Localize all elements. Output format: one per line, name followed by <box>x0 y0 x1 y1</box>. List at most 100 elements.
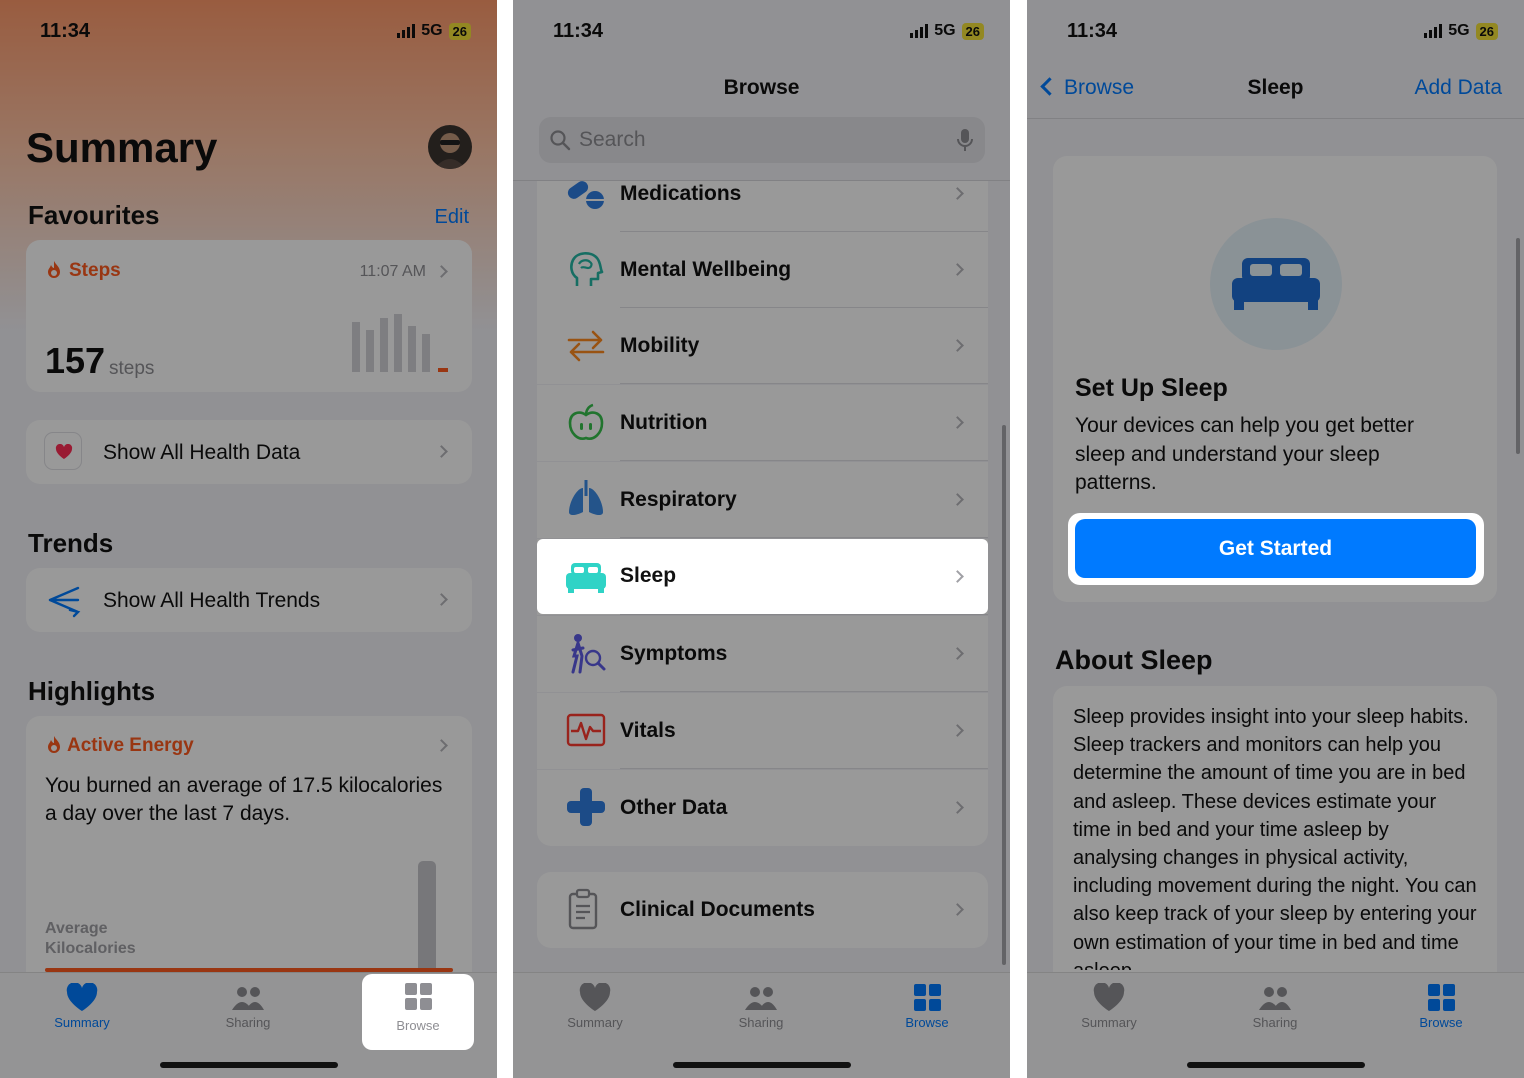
category-sleep[interactable]: Sleep <box>537 539 988 614</box>
chevron-left-icon <box>1040 77 1059 96</box>
battery-icon: 26 <box>1475 22 1498 40</box>
apple-icon <box>568 403 604 440</box>
tab-browse[interactable]: Browse <box>1385 973 1497 1049</box>
energy-chart-label: Average Kilocalories <box>45 920 136 957</box>
tab-summary[interactable]: Summary <box>1053 973 1165 1049</box>
plus-icon <box>567 788 605 826</box>
grid-icon <box>914 984 941 1011</box>
browse-screen: 11:34 5G 26 Browse Search Medications Me… <box>513 0 1010 1078</box>
category-mobility[interactable]: Mobility <box>537 308 988 384</box>
show-all-health-trends-label: Show All Health Trends <box>103 589 321 612</box>
summary-screen: 11:34 5G 26 Summary Favourites Edit Step… <box>0 0 497 1078</box>
status-bar: 11:34 5G 26 <box>1027 18 1524 46</box>
favourites-heading: Favourites <box>28 200 160 230</box>
head-icon <box>570 252 604 286</box>
chevron-right-icon <box>951 570 964 583</box>
category-respiratory[interactable]: Respiratory <box>537 462 988 538</box>
category-mental-wellbeing[interactable]: Mental Wellbeing <box>537 232 988 308</box>
about-heading: About Sleep <box>1055 645 1213 675</box>
home-indicator <box>159 1062 338 1068</box>
category-nutrition[interactable]: Nutrition <box>537 385 988 461</box>
flame-icon <box>48 261 60 278</box>
home-indicator <box>672 1062 851 1068</box>
heart-icon <box>579 983 611 1011</box>
lungs-icon <box>569 480 603 515</box>
trends-icon <box>48 586 81 618</box>
about-clip: Sleep provides insight into your sleep h… <box>1053 686 1497 970</box>
add-data-button[interactable]: Add Data <box>1414 76 1502 100</box>
pills-icon <box>567 181 604 209</box>
steps-value: 157 <box>45 340 106 381</box>
status-time: 11:34 <box>40 20 91 42</box>
clinical-documents-row[interactable]: Clinical Documents <box>537 872 988 948</box>
get-started-button[interactable]: Get Started <box>1075 519 1476 578</box>
chevron-right-icon <box>435 265 448 278</box>
show-all-health-data-row[interactable]: Show All Health Data <box>26 420 472 484</box>
bed-icon <box>1232 258 1320 310</box>
edit-button[interactable]: Edit <box>435 206 469 229</box>
status-time: 11:34 <box>1067 20 1118 42</box>
active-energy-card[interactable]: Active Energy You burned an average of 1… <box>26 716 472 996</box>
network-label: 5G <box>421 22 443 39</box>
battery-icon: 26 <box>961 22 984 40</box>
tab-sharing[interactable]: Sharing <box>192 973 304 1049</box>
chevron-right-icon <box>951 493 964 506</box>
tab-summary[interactable]: Summary <box>539 973 651 1049</box>
chevron-right-icon <box>951 647 964 660</box>
show-all-health-trends-row[interactable]: Show All Health Trends <box>26 568 472 632</box>
category-sleep-label: Sleep <box>620 564 677 587</box>
setup-text: Your devices can help you get better sle… <box>1075 414 1414 494</box>
heart-icon <box>66 983 98 1011</box>
chevron-right-icon <box>435 739 448 752</box>
sleep-screen: 11:34 5G 26 Browse Sleep Add Data Set Up… <box>1027 0 1524 1078</box>
chevron-right-icon <box>435 593 448 606</box>
sleep-illustration <box>1210 218 1342 350</box>
health-app-icon <box>44 432 82 470</box>
signal-icon <box>1424 24 1443 38</box>
search-placeholder: Search <box>579 128 646 151</box>
bed-icon <box>566 563 606 593</box>
people-icon <box>745 987 777 1010</box>
tab-summary[interactable]: Summary <box>26 973 138 1049</box>
energy-bar <box>418 861 436 976</box>
chevron-right-icon <box>951 339 964 352</box>
tab-browse[interactable]: Browse <box>871 973 983 1049</box>
person-magnifier-icon <box>571 634 606 674</box>
highlights-heading: Highlights <box>28 676 156 706</box>
chevron-right-icon <box>951 187 964 200</box>
signal-icon <box>910 24 929 38</box>
category-vitals[interactable]: Vitals <box>537 693 988 769</box>
grid-icon <box>1428 984 1455 1011</box>
heartbeat-icon <box>566 713 606 747</box>
category-medications[interactable]: Medications <box>537 181 988 232</box>
microphone-icon[interactable] <box>957 128 973 152</box>
category-other-data[interactable]: Other Data <box>537 770 988 846</box>
avatar[interactable] <box>428 125 472 169</box>
back-button[interactable]: Browse <box>1037 76 1134 100</box>
page-title: Summary <box>26 124 218 171</box>
active-energy-label: Active Energy <box>67 735 194 756</box>
tab-sharing[interactable]: Sharing <box>705 973 817 1049</box>
status-bar: 11:34 5G 26 <box>513 18 1010 46</box>
category-symptoms[interactable]: Symptoms <box>537 616 988 692</box>
nav-divider <box>1027 118 1524 119</box>
clipboard-icon <box>568 888 598 930</box>
search-input[interactable]: Search <box>539 117 985 163</box>
scrollbar[interactable] <box>1516 238 1520 454</box>
search-icon <box>550 130 571 151</box>
highlighted-browse-tab[interactable]: Browse <box>362 974 474 1050</box>
active-energy-text: You burned an average of 17.5 kilocalori… <box>45 774 443 825</box>
home-indicator <box>1186 1062 1365 1068</box>
grid-icon <box>405 983 432 1010</box>
tab-sharing[interactable]: Sharing <box>1219 973 1331 1049</box>
scrollbar[interactable] <box>1002 425 1006 965</box>
people-icon <box>232 987 264 1010</box>
chevron-right-icon <box>951 903 964 916</box>
steps-card[interactable]: Steps 11:07 AM 157 steps <box>26 240 472 392</box>
get-started-highlight: Get Started <box>1068 513 1484 585</box>
status-bar: 11:34 5G 26 <box>0 18 497 46</box>
chevron-right-icon <box>951 263 964 276</box>
flame-icon <box>48 736 60 753</box>
about-text: Sleep provides insight into your sleep h… <box>1073 706 1477 970</box>
chevron-right-icon <box>435 445 448 458</box>
